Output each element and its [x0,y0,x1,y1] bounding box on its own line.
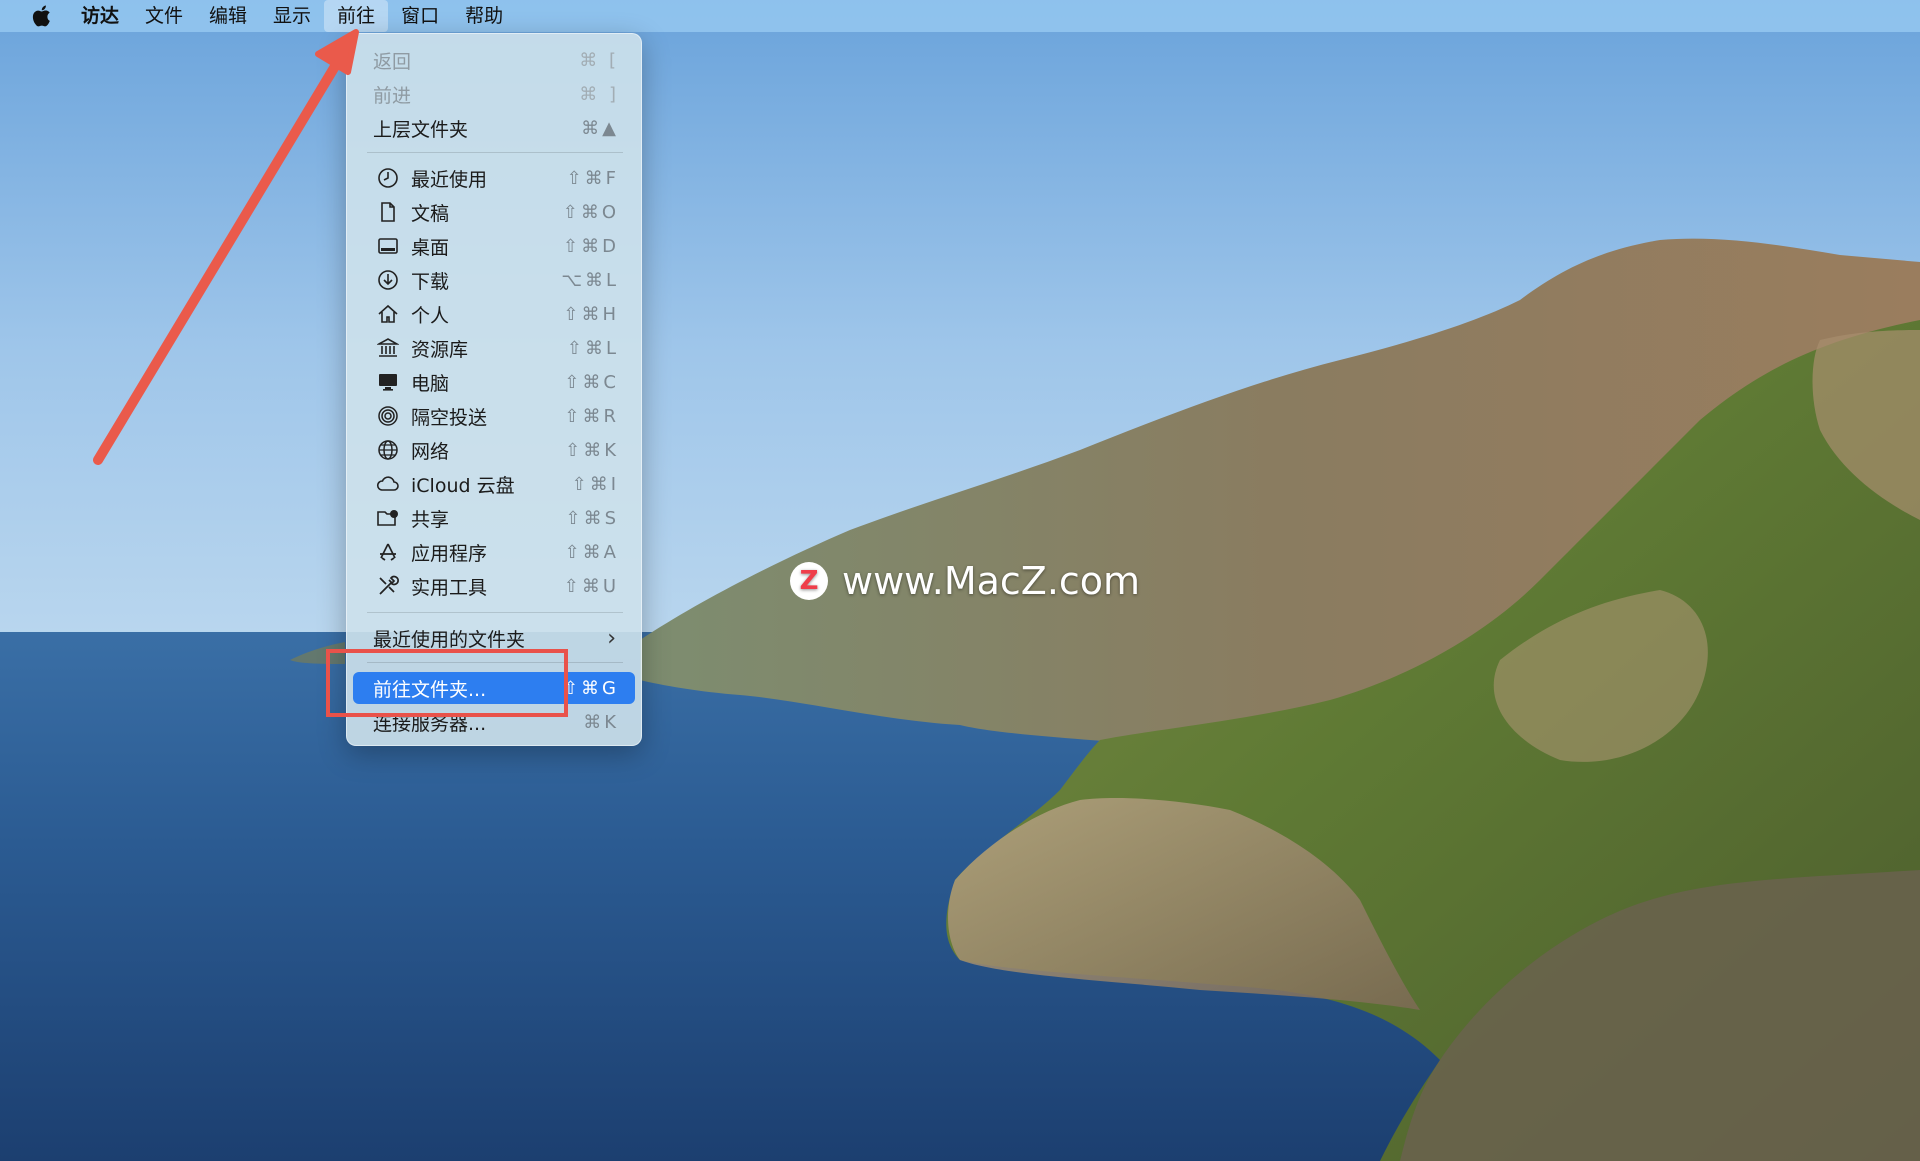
watermark-logo-icon: Z [790,562,828,600]
watermark-text: www.MacZ.com [842,559,1141,603]
watermark-logo-letter: Z [799,566,819,596]
watermark: Z www.MacZ.com [790,556,1140,606]
